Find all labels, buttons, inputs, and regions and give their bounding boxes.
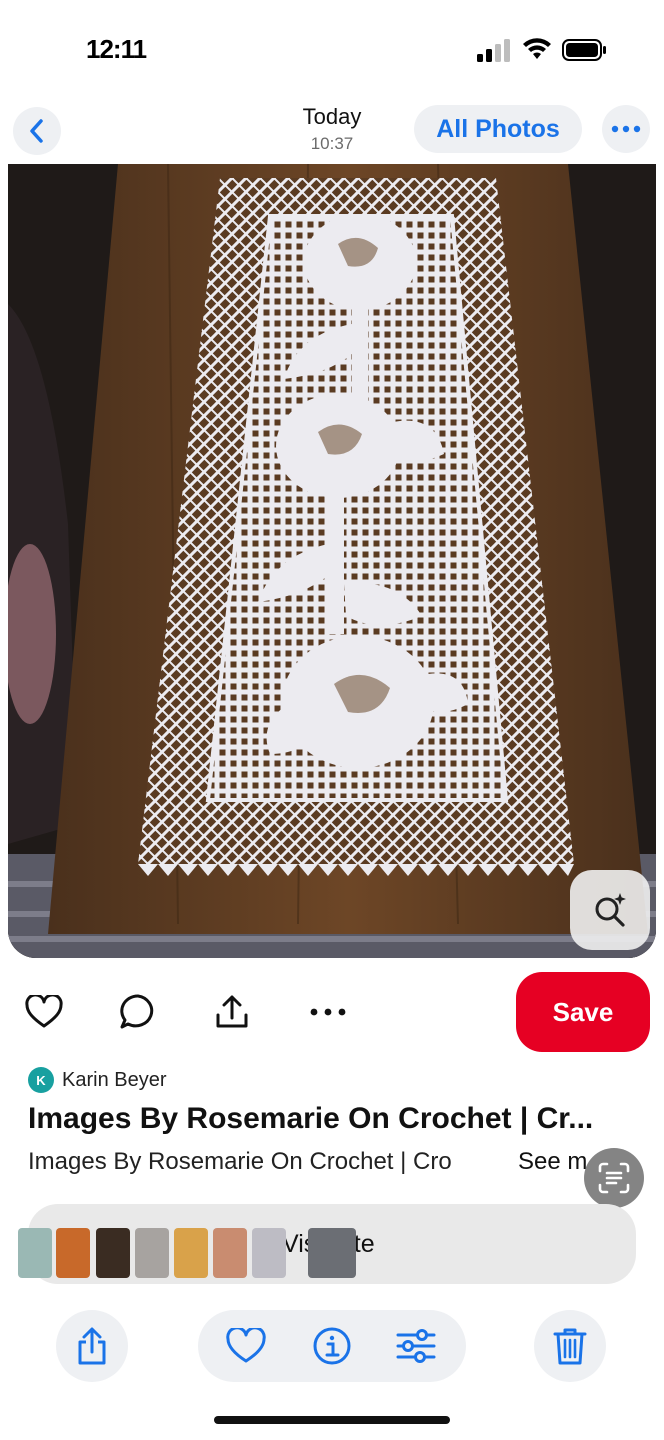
visual-lookup-icon	[595, 893, 626, 927]
top-navigation: Today 10:37 All Photos	[0, 100, 664, 162]
edit-adjust-button[interactable]	[394, 1324, 438, 1368]
photo-actions-group	[198, 1310, 466, 1382]
nav-title-group: Today 10:37	[250, 104, 414, 154]
trash-icon	[553, 1328, 587, 1365]
pin-photo[interactable]	[8, 164, 656, 958]
thumbnail[interactable]	[135, 1228, 169, 1278]
chevron-left-icon	[30, 119, 43, 143]
info-button[interactable]	[310, 1324, 354, 1368]
share-icon	[78, 1327, 106, 1365]
wifi-icon	[523, 38, 551, 59]
adjust-icon	[396, 1329, 436, 1363]
avatar: K	[28, 1067, 54, 1093]
heart-icon	[25, 995, 63, 1028]
thumbnail[interactable]	[96, 1228, 130, 1278]
pin-description: Images By Rosemarie On Crochet | Cro	[28, 1148, 452, 1175]
like-button[interactable]	[24, 992, 64, 1032]
thumbnail[interactable]	[56, 1228, 90, 1278]
photos-bottom-toolbar	[0, 1306, 664, 1386]
share-button[interactable]	[56, 1310, 128, 1382]
info-icon	[313, 1327, 351, 1365]
back-button[interactable]	[13, 107, 61, 155]
save-button[interactable]: Save	[516, 972, 650, 1052]
battery-icon	[562, 39, 606, 61]
thumbnail[interactable]	[213, 1228, 247, 1278]
cellular-signal-icon	[477, 39, 510, 62]
live-text-icon	[598, 1162, 630, 1194]
author-name: Karin Beyer	[62, 1068, 167, 1091]
favorite-icon	[226, 1328, 266, 1363]
favorite-button[interactable]	[224, 1324, 268, 1368]
live-text-button[interactable]	[584, 1148, 644, 1208]
home-indicator[interactable]	[214, 1416, 450, 1424]
pin-title: Images By Rosemarie On Crochet | Cr...	[28, 1102, 594, 1135]
more-dots-icon	[310, 1008, 346, 1016]
thumbnail[interactable]	[18, 1228, 52, 1278]
nav-title: Today	[302, 104, 362, 129]
more-actions-button[interactable]	[308, 992, 348, 1032]
nav-subtitle: 10:37	[310, 134, 354, 153]
more-options-button[interactable]	[602, 105, 650, 153]
ellipsis-icon	[611, 125, 641, 133]
comment-button[interactable]	[118, 992, 158, 1032]
status-time: 12:11	[86, 34, 147, 64]
share-icon	[216, 995, 248, 1028]
see-more-link[interactable]: See m	[518, 1148, 587, 1176]
thumbnail[interactable]	[308, 1228, 356, 1278]
visual-lookup-button[interactable]	[570, 870, 650, 950]
thumbnail[interactable]	[252, 1228, 286, 1278]
share-pin-button[interactable]	[212, 992, 252, 1032]
thumbnail[interactable]	[174, 1228, 208, 1278]
comment-icon	[120, 994, 154, 1029]
all-photos-button[interactable]: All Photos	[414, 105, 582, 153]
crochet-runner-image	[8, 164, 656, 958]
author-row[interactable]: K Karin Beyer	[28, 1066, 167, 1094]
status-bar: 12:11	[0, 0, 664, 100]
pin-action-row: Save	[0, 970, 664, 1054]
delete-button[interactable]	[534, 1310, 606, 1382]
